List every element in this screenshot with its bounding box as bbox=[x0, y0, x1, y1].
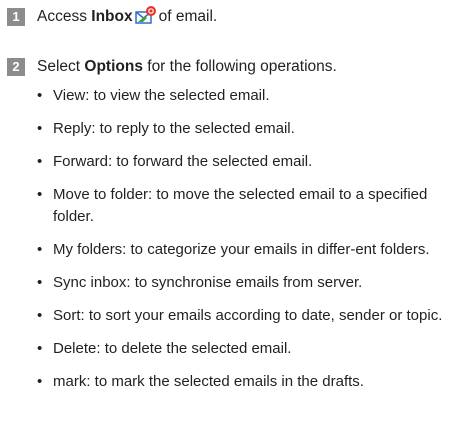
list-item-reply: Reply: to reply to the selected email. bbox=[37, 118, 449, 140]
step-1: 1 Access Inbox of email. bbox=[7, 5, 218, 27]
list-item-my-folders: My folders: to categorize your emails in… bbox=[37, 239, 449, 261]
step-number-badge: 1 bbox=[7, 8, 25, 26]
list-item-view: View: to view the selected email. bbox=[37, 85, 449, 107]
list-item-mark: mark: to mark the selected emails in the… bbox=[37, 371, 449, 393]
options-label: Options bbox=[84, 58, 143, 75]
list-item-move-to-folder: Move to folder: to move the selected ema… bbox=[37, 184, 449, 228]
operations-list: View: to view the selected email. Reply:… bbox=[37, 85, 449, 404]
list-item-sync-inbox: Sync inbox: to synchronise emails from s… bbox=[37, 272, 449, 294]
step-2-text-before: Select bbox=[37, 58, 85, 75]
step-2: 2 Select Options for the following opera… bbox=[7, 57, 337, 77]
inbox-email-icon bbox=[134, 5, 157, 25]
step-1-text-after: of email. bbox=[158, 8, 218, 25]
step-number-badge: 2 bbox=[7, 58, 25, 76]
inbox-label: Inbox bbox=[91, 8, 133, 25]
list-item-forward: Forward: to forward the selected email. bbox=[37, 151, 449, 173]
step-1-text-before: Access bbox=[37, 8, 92, 25]
list-item-sort: Sort: to sort your emails according to d… bbox=[37, 305, 449, 327]
list-item-delete: Delete: to delete the selected email. bbox=[37, 338, 449, 360]
step-2-text-after: for the following operations. bbox=[142, 58, 337, 75]
